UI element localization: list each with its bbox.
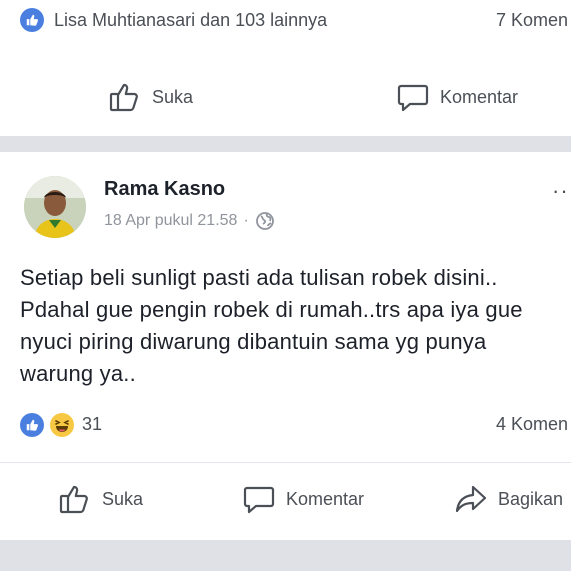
feed-separator <box>0 540 571 571</box>
post-text-line: Setiap beli sunligt pasti ada tulisan ro… <box>20 265 498 290</box>
like-label: Suka <box>102 488 144 509</box>
share-label: Bagikan <box>498 488 564 509</box>
thumbs-up-icon <box>59 485 88 514</box>
like-badge-icon <box>20 413 44 437</box>
comment-label: Komentar <box>440 86 519 107</box>
reaction-count[interactable]: 31 <box>82 414 102 435</box>
previous-comment-button[interactable]: Komentar <box>396 80 518 114</box>
haha-badge-icon <box>50 413 74 437</box>
post-text: Setiap beli sunligt pasti ada tulisan ro… <box>20 262 565 390</box>
previous-comment-count[interactable]: 7 Komen <box>496 10 568 31</box>
author-name[interactable]: Rama Kasno <box>104 178 225 201</box>
like-badge-icon <box>20 8 44 32</box>
previous-like-button[interactable]: Suka <box>108 80 193 114</box>
post-text-line: warung ya.. <box>20 361 136 386</box>
comment-bubble-icon <box>397 84 429 112</box>
post-meta: 18 Apr pukul 21.58 · <box>104 211 275 231</box>
more-options-button[interactable]: ·· <box>552 178 569 204</box>
post-reactions-summary[interactable] <box>20 410 571 440</box>
comment-label: Komentar <box>286 488 365 509</box>
post-text-line: nyuci piring diwarung dibantuin sama yg … <box>20 329 487 354</box>
comment-button[interactable]: Komentar <box>242 482 364 516</box>
feed-separator <box>0 136 571 152</box>
reaction-names[interactable]: Lisa Muhtianasari dan 103 lainnya <box>54 10 327 31</box>
globe-icon <box>255 212 274 230</box>
post-comment-count[interactable]: 4 Komen <box>496 414 568 435</box>
share-arrow-icon <box>455 485 487 513</box>
meta-separator: · <box>243 212 249 229</box>
comment-bubble-icon <box>243 486 275 514</box>
actions-divider <box>0 462 571 463</box>
like-button[interactable]: Suka <box>58 482 143 516</box>
author-avatar[interactable] <box>24 176 86 238</box>
share-button[interactable]: Bagikan <box>454 482 563 516</box>
post-text-line: Pdahal gue pengin robek di rumah..trs ap… <box>20 297 523 322</box>
post-timestamp[interactable]: 18 Apr pukul 21.58 <box>104 212 237 230</box>
thumbs-up-icon <box>109 83 138 112</box>
previous-post-reactions-bar[interactable]: Lisa Muhtianasari dan 103 lainnya 7 Kome… <box>0 0 571 44</box>
like-label: Suka <box>152 86 194 107</box>
